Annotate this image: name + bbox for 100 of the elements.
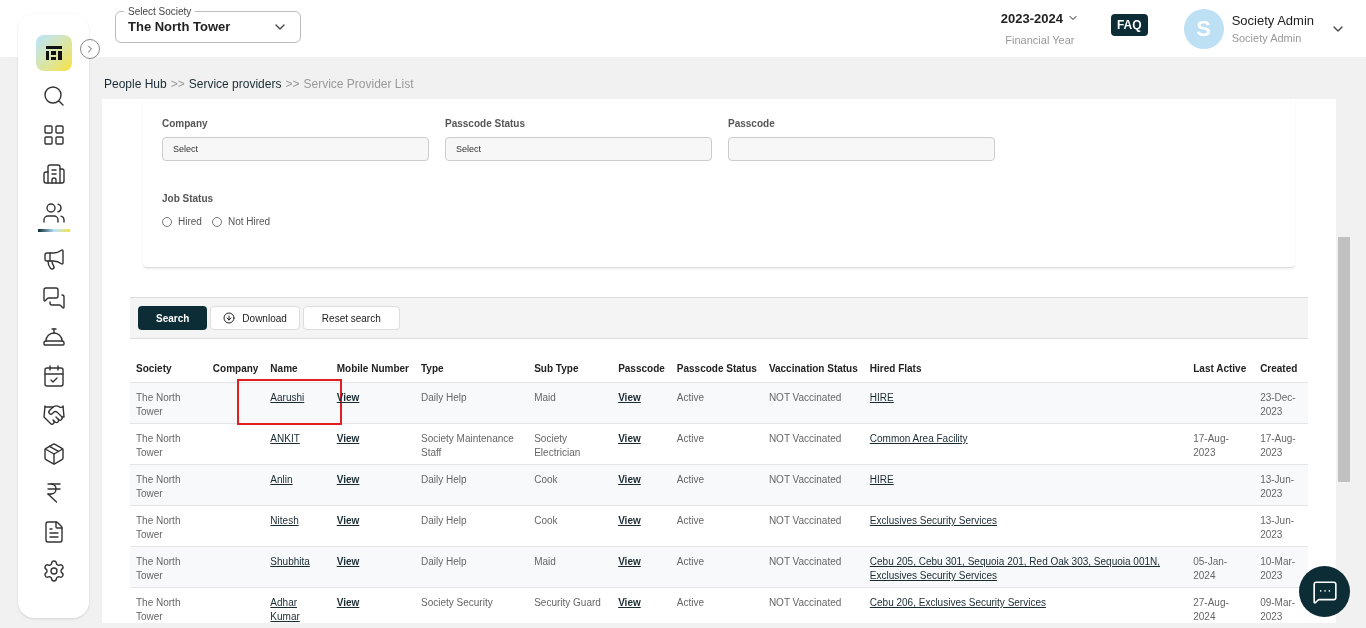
box-icon — [41, 442, 66, 466]
table-cell: Active — [676, 473, 705, 487]
table-cell: Security Guard — [534, 596, 601, 610]
chat-bubbles-icon — [41, 286, 66, 310]
table-cell: Daily Help — [421, 514, 467, 528]
radio-option[interactable]: Hired — [162, 214, 202, 229]
table-cell-text: 09-Mar-2023 — [1260, 596, 1297, 623]
table-cell-text: 10-Mar-2023 — [1260, 555, 1297, 583]
table-cell: Cook — [534, 514, 558, 528]
table-cell: NOT Vaccinated — [768, 514, 842, 528]
user-name: Society Admin — [1231, 11, 1314, 30]
table-cell: Society Security — [421, 596, 493, 610]
field-label: Passcode Status — [445, 117, 527, 131]
table-link[interactable]: View — [618, 555, 641, 569]
table-cell: Active — [676, 555, 705, 569]
building-icon — [41, 162, 66, 186]
logo-icon — [43, 43, 64, 63]
column-header: Type — [421, 363, 444, 374]
table-cell: Daily Help — [421, 473, 467, 487]
calendar-icon — [41, 364, 66, 388]
table-link[interactable]: Shubhita — [270, 555, 310, 569]
table-cell-text: The North Tower — [136, 432, 182, 460]
table-link[interactable]: Anlin — [270, 473, 293, 487]
radio-option[interactable]: Not Hired — [211, 214, 271, 229]
field-label: Passcode — [728, 117, 776, 131]
megaphone-icon — [41, 247, 66, 271]
column-header: Name — [270, 363, 298, 374]
table-link[interactable]: ANKIT — [270, 432, 300, 446]
breadcrumb-separator: >> — [170, 76, 185, 93]
table-cell-text: 17-Aug-2023 — [1260, 432, 1297, 460]
table-link[interactable]: View — [618, 473, 641, 487]
table-link[interactable]: View — [336, 432, 360, 446]
table-cell: Active — [676, 514, 705, 528]
search-button[interactable]: Search — [138, 306, 208, 330]
table-link[interactable]: View — [618, 596, 641, 610]
table-cell: Daily Help — [421, 391, 467, 405]
table-cell-text: Society Electrician — [534, 432, 582, 460]
table-cell: Active — [676, 391, 705, 405]
table-link[interactable]: Cebu 205, Cebu 301, Sequoia 201, Red Oak 303, Sequoia 001N, Exclusives Security Services — [869, 555, 1182, 583]
breadcrumb-link[interactable]: People Hub — [104, 75, 167, 93]
table-link[interactable]: View — [336, 555, 360, 569]
column-header: Sub Type — [534, 363, 579, 374]
table-link[interactable]: View — [618, 514, 641, 528]
breadcrumb-link[interactable]: Service providers — [188, 75, 282, 93]
column-header: Vaccination Status — [768, 363, 858, 374]
table-cell: Daily Help — [421, 555, 467, 569]
table-cell: NOT Vaccinated — [768, 473, 842, 487]
table-link[interactable]: HIRE — [869, 473, 894, 487]
table-link[interactable]: Nitesh — [270, 514, 299, 528]
table-cell: Cook — [534, 473, 558, 487]
user-role: Society Admin — [1231, 31, 1303, 46]
column-header: Last Active — [1193, 363, 1247, 374]
table-link[interactable]: View — [336, 514, 360, 528]
table-link[interactable]: Aarushi — [270, 391, 305, 405]
table-cell-text: The North Tower — [136, 555, 182, 583]
filter-field[interactable]: Select — [445, 137, 712, 161]
table-link[interactable]: View — [336, 473, 360, 487]
active-indicator — [37, 229, 70, 232]
field-label: Job Status — [162, 192, 215, 206]
table-cell: NOT Vaccinated — [768, 555, 842, 569]
column-header: Mobile Number — [336, 363, 409, 374]
table-cell-text: 23-Dec-2023 — [1260, 391, 1297, 419]
table-cell-text: The North Tower — [136, 473, 182, 501]
table-cell-text: 05-Jan-2024 — [1193, 555, 1229, 583]
table-link[interactable]: View — [336, 596, 360, 610]
financial-year-dropdown[interactable]: 2023-2024 — [1000, 8, 1079, 28]
table-cell: Maid — [534, 555, 556, 569]
table-cell: NOT Vaccinated — [768, 432, 842, 446]
table-cell: Active — [676, 596, 705, 610]
app-logo[interactable] — [35, 35, 72, 71]
filter-field[interactable] — [728, 137, 995, 161]
table-cell: NOT Vaccinated — [768, 391, 842, 405]
column-header: Passcode Status — [676, 363, 757, 374]
reception-bell-icon — [41, 325, 66, 349]
download-icon — [223, 312, 236, 324]
people-icon — [41, 201, 66, 225]
table-cell-text: 13-Jun-2023 — [1260, 473, 1296, 501]
table-link[interactable]: View — [618, 432, 641, 446]
table-cell: Maid — [534, 391, 556, 405]
table-cell-text: The North Tower — [136, 596, 182, 623]
field-label: Company — [162, 117, 209, 131]
table-link[interactable]: Exclusives Security Services — [869, 514, 998, 528]
column-header: Created — [1260, 363, 1298, 374]
faq-button[interactable]: FAQ — [1110, 13, 1148, 36]
handshake-icon — [41, 403, 66, 427]
table-cell-text: 13-Jun-2023 — [1260, 514, 1296, 542]
filter-field[interactable]: Select — [162, 137, 429, 161]
table-link[interactable]: Adhar Kumar — [270, 596, 325, 623]
reset-search-button[interactable]: Reset search — [302, 306, 400, 330]
financial-year-caption: Financial Year — [1005, 33, 1075, 48]
table-link[interactable]: Cebu 206, Exclusives Security Services — [869, 596, 1046, 610]
table-link[interactable]: View — [618, 391, 641, 405]
table-cell-text: 27-Aug-2024 — [1193, 596, 1230, 623]
table-cell: NOT Vaccinated — [768, 596, 842, 610]
table-link[interactable]: Common Area Facility — [869, 432, 968, 446]
grid-icon — [41, 123, 66, 147]
download-button[interactable]: Download — [210, 306, 300, 330]
table-link[interactable]: HIRE — [869, 391, 894, 405]
column-header: Society — [136, 363, 172, 374]
breadcrumb-separator: >> — [285, 76, 300, 93]
